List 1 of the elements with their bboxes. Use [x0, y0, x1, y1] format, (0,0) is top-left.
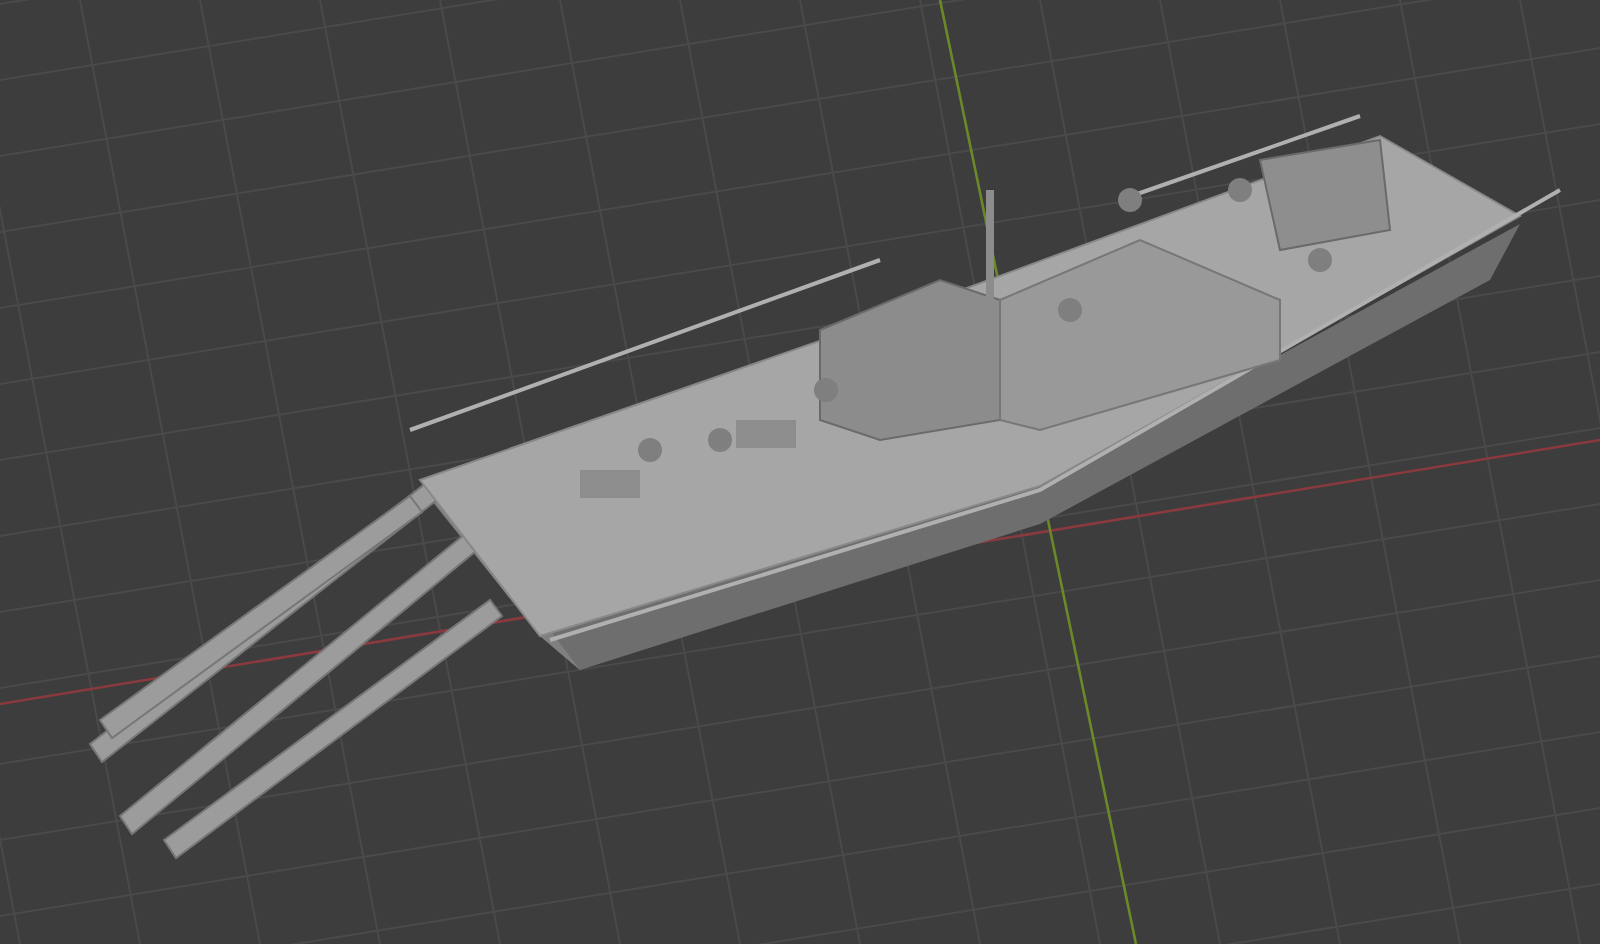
viewport[interactable] [0, 0, 1600, 944]
